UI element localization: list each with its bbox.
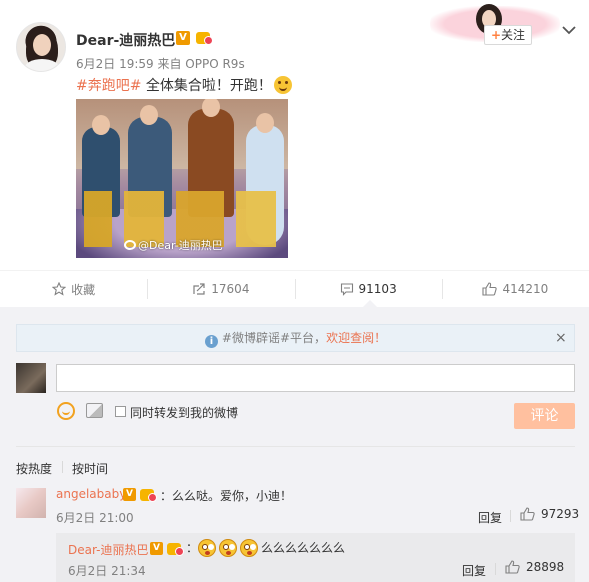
star-icon <box>52 282 67 296</box>
post-body: 全体集合啦！开跑！ <box>141 78 272 94</box>
thumbs-up-icon <box>520 507 535 521</box>
reply-link[interactable]: 回复 <box>462 562 486 579</box>
comment-text: ：么么哒。爱你，小迪！ <box>160 489 293 503</box>
sort-by-time[interactable]: 按时间 <box>72 460 108 477</box>
kiss-emoji-icon <box>240 539 259 557</box>
post-meta: 6月2日 19:59 来自 OPPO R9s <box>76 57 245 71</box>
reply-author-name[interactable]: Dear-迪丽热巴 <box>68 541 148 558</box>
comment-input[interactable] <box>56 364 575 392</box>
verified-badge-icon: V <box>123 488 136 501</box>
reply-like-button[interactable]: 28898 <box>505 560 564 574</box>
plus-icon: + <box>490 28 502 42</box>
vip-crown-icon <box>140 487 158 503</box>
separator <box>495 563 496 575</box>
rumor-notice: i #微博辟谣#平台，欢迎查阅！ <box>16 324 575 352</box>
repost-icon <box>193 283 205 295</box>
reply-link[interactable]: 回复 <box>478 509 502 526</box>
active-tab-caret <box>363 300 377 307</box>
like-count: 28898 <box>526 560 565 574</box>
sun-smile-emoji-icon <box>273 76 292 94</box>
image-watermark: @Dear-迪丽热巴 <box>124 237 223 253</box>
thumbs-up-icon <box>482 282 498 296</box>
commenter-avatar[interactable] <box>16 488 46 518</box>
comment-like-button[interactable]: 97293 <box>520 507 579 521</box>
reply-text: ：么么么么么么么 <box>186 539 346 557</box>
reply-time: 6月2日 21:34 <box>68 564 146 578</box>
commenter-name[interactable]: angelababy <box>56 487 126 501</box>
chevron-down-icon[interactable] <box>561 22 577 38</box>
submit-comment-button[interactable]: 评论 <box>514 403 575 429</box>
post-text: #奔跑吧# 全体集合啦！开跑！ <box>76 75 292 95</box>
current-user-avatar <box>16 363 46 393</box>
post-image[interactable]: @Dear-迪丽热巴 <box>76 99 288 258</box>
kiss-emoji-icon <box>219 539 238 557</box>
sort-by-hot[interactable]: 按热度 <box>16 460 52 477</box>
follow-button[interactable]: +关注 <box>484 25 532 45</box>
vip-crown-icon <box>167 541 185 557</box>
sort-separator <box>62 461 63 473</box>
vip-crown-icon <box>196 30 214 46</box>
favorite-button[interactable]: 收藏 <box>0 271 147 307</box>
repost-checkbox-label[interactable]: 同时转发到我的微博 <box>130 404 238 421</box>
action-bar: 收藏 17604 91103 414210 <box>0 271 589 307</box>
comment-icon <box>340 283 353 296</box>
author-avatar[interactable] <box>16 22 66 72</box>
separator <box>510 510 511 522</box>
author-name[interactable]: Dear-迪丽热巴 <box>76 30 175 50</box>
notice-tag[interactable]: #微博辟谣# <box>222 331 290 345</box>
verified-badge-icon: V <box>176 31 190 45</box>
verified-badge-icon: V <box>150 542 163 555</box>
emoji-picker-icon[interactable] <box>57 402 75 420</box>
notice-link[interactable]: 欢迎查阅！ <box>326 331 386 345</box>
info-icon: i <box>204 335 218 348</box>
follow-label: 关注 <box>501 28 526 42</box>
repost-checkbox[interactable] <box>115 406 126 417</box>
comment-time: 6月2日 21:00 <box>56 511 134 525</box>
image-upload-icon[interactable] <box>86 403 103 418</box>
like-count: 97293 <box>541 507 580 521</box>
thumbs-up-icon <box>505 560 520 574</box>
notice-middle: 平台， <box>290 331 327 345</box>
weibo-logo-icon <box>124 240 136 250</box>
close-icon[interactable]: × <box>555 330 567 346</box>
divider <box>16 446 575 447</box>
hashtag-link[interactable]: #奔跑吧# <box>76 78 141 94</box>
like-button[interactable]: 414210 <box>441 271 589 307</box>
kiss-emoji-icon <box>198 539 217 557</box>
repost-button[interactable]: 17604 <box>147 271 294 307</box>
